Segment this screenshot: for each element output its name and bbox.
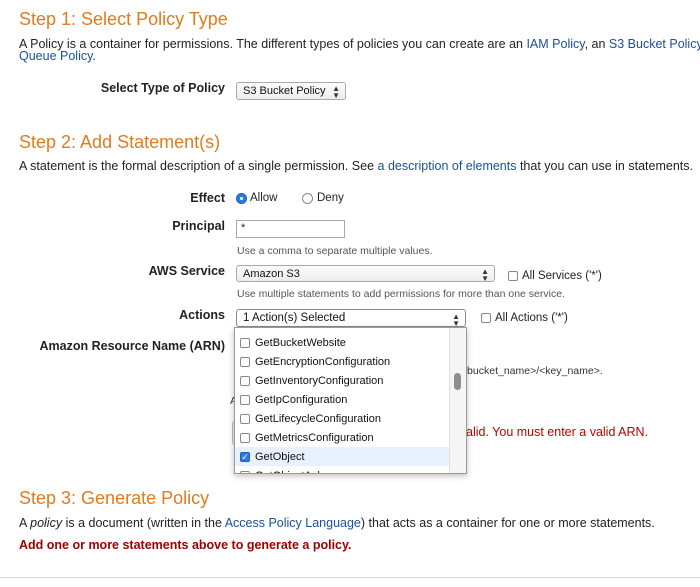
step3-desc-c: ) that acts as a container for one or mo…	[360, 516, 655, 530]
service-hint: Use multiple statements to add permissio…	[237, 288, 565, 300]
actions-value: 1 Action(s) Selected	[243, 312, 346, 324]
actions-select[interactable]: 1 Action(s) Selected ▲ ▼	[236, 309, 466, 328]
all-actions-option[interactable]: All Actions ('*')	[481, 312, 568, 324]
action-option-label: GetBucketWebsite	[255, 336, 346, 349]
checkbox-icon[interactable]	[240, 413, 250, 424]
policy-type-select[interactable]: S3 Bucket Policy ▲ ▼	[236, 82, 346, 100]
scrollbar-thumb[interactable]	[454, 373, 461, 390]
step3-description: A policy is a document (written in the A…	[19, 515, 655, 531]
step2-desc-text-2: that you can use in statements.	[516, 159, 693, 173]
principal-input[interactable]: *	[236, 220, 345, 238]
effect-deny-option[interactable]: Deny	[302, 192, 344, 204]
all-services-checkbox[interactable]	[508, 271, 518, 281]
step3-title: Step 3: Generate Policy	[19, 488, 210, 508]
access-policy-language-link[interactable]: Access Policy Language	[225, 516, 361, 530]
checked-checkbox-icon[interactable]: ✓	[240, 451, 250, 462]
actions-options: GetBucketWebsite GetEncryptionConfigurati…	[235, 333, 466, 474]
arn-error-message: alid. You must enter a valid ARN.	[466, 425, 649, 439]
footer-divider	[0, 577, 700, 578]
action-option-label: GetLifecycleConfiguration	[255, 412, 381, 425]
action-option-label: GetInventoryConfiguration	[255, 374, 384, 387]
action-option[interactable]: GetBucketWebsite	[235, 333, 466, 352]
aws-service-value: Amazon S3	[243, 268, 300, 280]
all-actions-checkbox[interactable]	[481, 313, 491, 323]
effect-deny-label: Deny	[317, 192, 344, 204]
arn-label: Amazon Resource Name (ARN)	[39, 339, 225, 353]
step2-desc-text: A statement is the formal description of…	[19, 159, 378, 173]
policy-type-label: Select Type of Policy	[100, 81, 225, 95]
checkbox-icon[interactable]	[240, 432, 250, 443]
action-option[interactable]: GetEncryptionConfiguration	[235, 352, 466, 371]
effect-allow-option[interactable]: Allow	[236, 192, 277, 204]
checkbox-icon[interactable]	[240, 394, 250, 405]
step2-description: A statement is the formal description of…	[19, 158, 693, 174]
step1-description-line2: Queue Policy.	[19, 48, 96, 64]
checkbox-icon[interactable]	[240, 470, 250, 473]
action-option[interactable]: GetObjectAcl	[235, 466, 466, 474]
iam-policy-link[interactable]: IAM Policy	[526, 37, 584, 51]
effect-label: Effect	[190, 191, 225, 205]
select-arrows-icon: ▲ ▼	[332, 84, 340, 100]
actions-label: Actions	[179, 308, 225, 322]
step1-title: Step 1: Select Policy Type	[19, 9, 228, 29]
action-option-label: GetObjectAcl	[255, 470, 320, 474]
all-services-option[interactable]: All Services ('*')	[508, 270, 602, 282]
action-option[interactable]: GetMetricsConfiguration	[235, 428, 466, 447]
step1-description: A Policy is a container for permissions.…	[19, 36, 700, 52]
deny-radio-icon[interactable]	[302, 192, 313, 204]
s3-bucket-policy-link[interactable]: S3 Bucket Policy	[609, 37, 700, 51]
queue-policy-link[interactable]: Queue Policy	[19, 49, 92, 63]
action-option-label: GetEncryptionConfiguration	[255, 355, 391, 368]
step1-desc-text-2: , an	[584, 37, 609, 51]
principal-label: Principal	[172, 219, 225, 233]
action-option-label: GetObject	[255, 450, 305, 463]
step2-title: Step 2: Add Statement(s)	[19, 132, 221, 152]
checkbox-icon[interactable]	[240, 375, 250, 386]
action-option[interactable]: ✓ GetObject	[235, 447, 466, 466]
aws-service-label: AWS Service	[148, 264, 225, 278]
all-actions-label: All Actions ('*')	[495, 312, 568, 324]
generate-policy-warning: Add one or more statements above to gene…	[19, 538, 352, 552]
principal-value: *	[241, 222, 246, 234]
step3-desc-b: is a document (written in the	[62, 516, 225, 530]
effect-allow-label: Allow	[250, 192, 278, 204]
action-option[interactable]: GetInventoryConfiguration	[235, 371, 466, 390]
arn-format-hint: :<bucket_name>/<key_name>.	[458, 365, 603, 377]
allow-radio-icon[interactable]	[236, 192, 247, 204]
elements-description-link[interactable]: a description of elements	[378, 159, 517, 173]
principal-hint: Use a comma to separate multiple values.	[237, 245, 433, 257]
aws-service-select[interactable]: Amazon S3 ▲ ▼	[236, 265, 495, 283]
all-services-label: All Services ('*')	[522, 270, 602, 282]
checkbox-icon[interactable]	[240, 337, 250, 348]
select-arrows-icon: ▲ ▼	[481, 267, 489, 283]
dropdown-scrollbar[interactable]	[449, 328, 466, 473]
action-option[interactable]: GetLifecycleConfiguration	[235, 409, 466, 428]
checkbox-icon[interactable]	[240, 356, 250, 367]
actions-dropdown-list[interactable]: GetBucketWebsite GetEncryptionConfigurati…	[234, 327, 467, 474]
step3-desc-a: A	[19, 516, 31, 530]
action-option[interactable]: GetIpConfiguration	[235, 390, 466, 409]
policy-type-value: S3 Bucket Policy	[243, 85, 326, 97]
action-option-label: GetIpConfiguration	[255, 393, 348, 406]
select-arrows-icon: ▲ ▼	[452, 312, 460, 328]
action-option-label: GetMetricsConfiguration	[255, 431, 374, 444]
step3-policy-word: policy	[30, 516, 63, 530]
step1-desc-end: .	[92, 49, 96, 63]
